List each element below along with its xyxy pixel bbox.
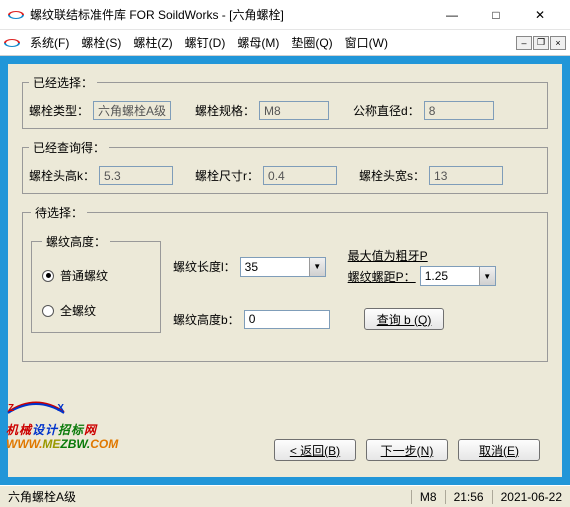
radio-full-button[interactable] <box>42 305 54 317</box>
label-pitch: 螺纹螺距P： <box>348 268 416 285</box>
menu-stud[interactable]: 螺柱(Z) <box>127 32 178 53</box>
field-type: 六角螺栓A级 <box>93 101 171 120</box>
mdi-minimize-button[interactable]: – <box>516 36 532 50</box>
query-b-button[interactable]: 查询 b (Q) <box>364 308 445 330</box>
menu-washer[interactable]: 垫圈(Q) <box>285 32 338 53</box>
select-pitch-value: 1.25 <box>421 267 479 285</box>
group-queried: 已经查询得： 螺栓头高k： 5.3 螺栓尺寸r： 0.4 螺栓头宽s： 13 <box>22 139 548 194</box>
status-spec: M8 <box>411 490 445 504</box>
select-len-value: 35 <box>241 258 309 276</box>
field-s: 13 <box>429 166 503 185</box>
label-r: 螺栓尺寸r： <box>195 167 259 184</box>
status-file: 六角螺栓A级 <box>0 488 84 505</box>
label-len: 螺纹长度l： <box>173 258 236 275</box>
next-button[interactable]: 下一步(N) <box>366 439 448 461</box>
group-thread-height: 螺纹高度： 普通螺纹 全螺纹 <box>31 233 161 333</box>
back-button[interactable]: < 返回(B) <box>274 439 356 461</box>
label-s: 螺栓头宽s： <box>359 167 425 184</box>
menu-window[interactable]: 窗口(W) <box>339 32 394 53</box>
label-dia: 公称直径d： <box>353 102 420 119</box>
field-k: 5.3 <box>99 166 173 185</box>
legend-queried: 已经查询得： <box>29 139 109 156</box>
mdi-restore-button[interactable]: ❐ <box>533 36 549 50</box>
radio-full-label: 全螺纹 <box>60 302 96 319</box>
app-icon <box>8 7 24 23</box>
doc-icon <box>4 35 20 51</box>
legend-selected: 已经选择： <box>29 74 97 91</box>
label-k: 螺栓头高k： <box>29 167 95 184</box>
select-pitch[interactable]: 1.25 ▼ <box>420 266 496 286</box>
label-pitch-hint: 最大值为粗牙P <box>348 247 496 264</box>
close-button[interactable]: ✕ <box>518 1 562 29</box>
menu-bolt[interactable]: 螺栓(S) <box>75 32 127 53</box>
label-type: 螺栓类型： <box>29 102 89 119</box>
mdi-close-button[interactable]: × <box>550 36 566 50</box>
maximize-button[interactable]: □ <box>474 1 518 29</box>
menu-nut[interactable]: 螺母(M) <box>231 32 285 53</box>
chevron-down-icon[interactable]: ▼ <box>309 258 325 276</box>
legend-thread-height: 螺纹高度： <box>42 233 110 250</box>
window-title: 螺纹联结标准件库 FOR SoildWorks - [六角螺栓] <box>30 6 430 23</box>
field-dia: 8 <box>424 101 494 120</box>
radio-normal-label: 普通螺纹 <box>60 267 108 284</box>
menu-system[interactable]: 系统(F) <box>24 32 75 53</box>
minimize-button[interactable]: — <box>430 1 474 29</box>
group-selected: 已经选择： 螺栓类型： 六角螺栓A级 螺栓规格： M8 公称直径d： 8 <box>22 74 548 129</box>
field-b[interactable]: 0 <box>244 310 330 329</box>
status-date: 2021-06-22 <box>492 490 570 504</box>
legend-pending: 待选择： <box>31 204 87 221</box>
chevron-down-icon[interactable]: ▼ <box>479 267 495 285</box>
menu-screw[interactable]: 螺钉(D) <box>179 32 232 53</box>
cancel-button[interactable]: 取消(E) <box>458 439 540 461</box>
radio-full[interactable]: 全螺纹 <box>42 302 150 319</box>
radio-normal-button[interactable] <box>42 270 54 282</box>
status-time: 21:56 <box>445 490 492 504</box>
label-b: 螺纹高度b： <box>173 311 240 328</box>
group-pending: 待选择： 螺纹高度： 普通螺纹 全螺纹 <box>22 204 548 362</box>
field-spec: M8 <box>259 101 329 120</box>
radio-normal[interactable]: 普通螺纹 <box>42 267 150 284</box>
label-spec: 螺栓规格： <box>195 102 255 119</box>
select-len[interactable]: 35 ▼ <box>240 257 326 277</box>
field-r: 0.4 <box>263 166 337 185</box>
